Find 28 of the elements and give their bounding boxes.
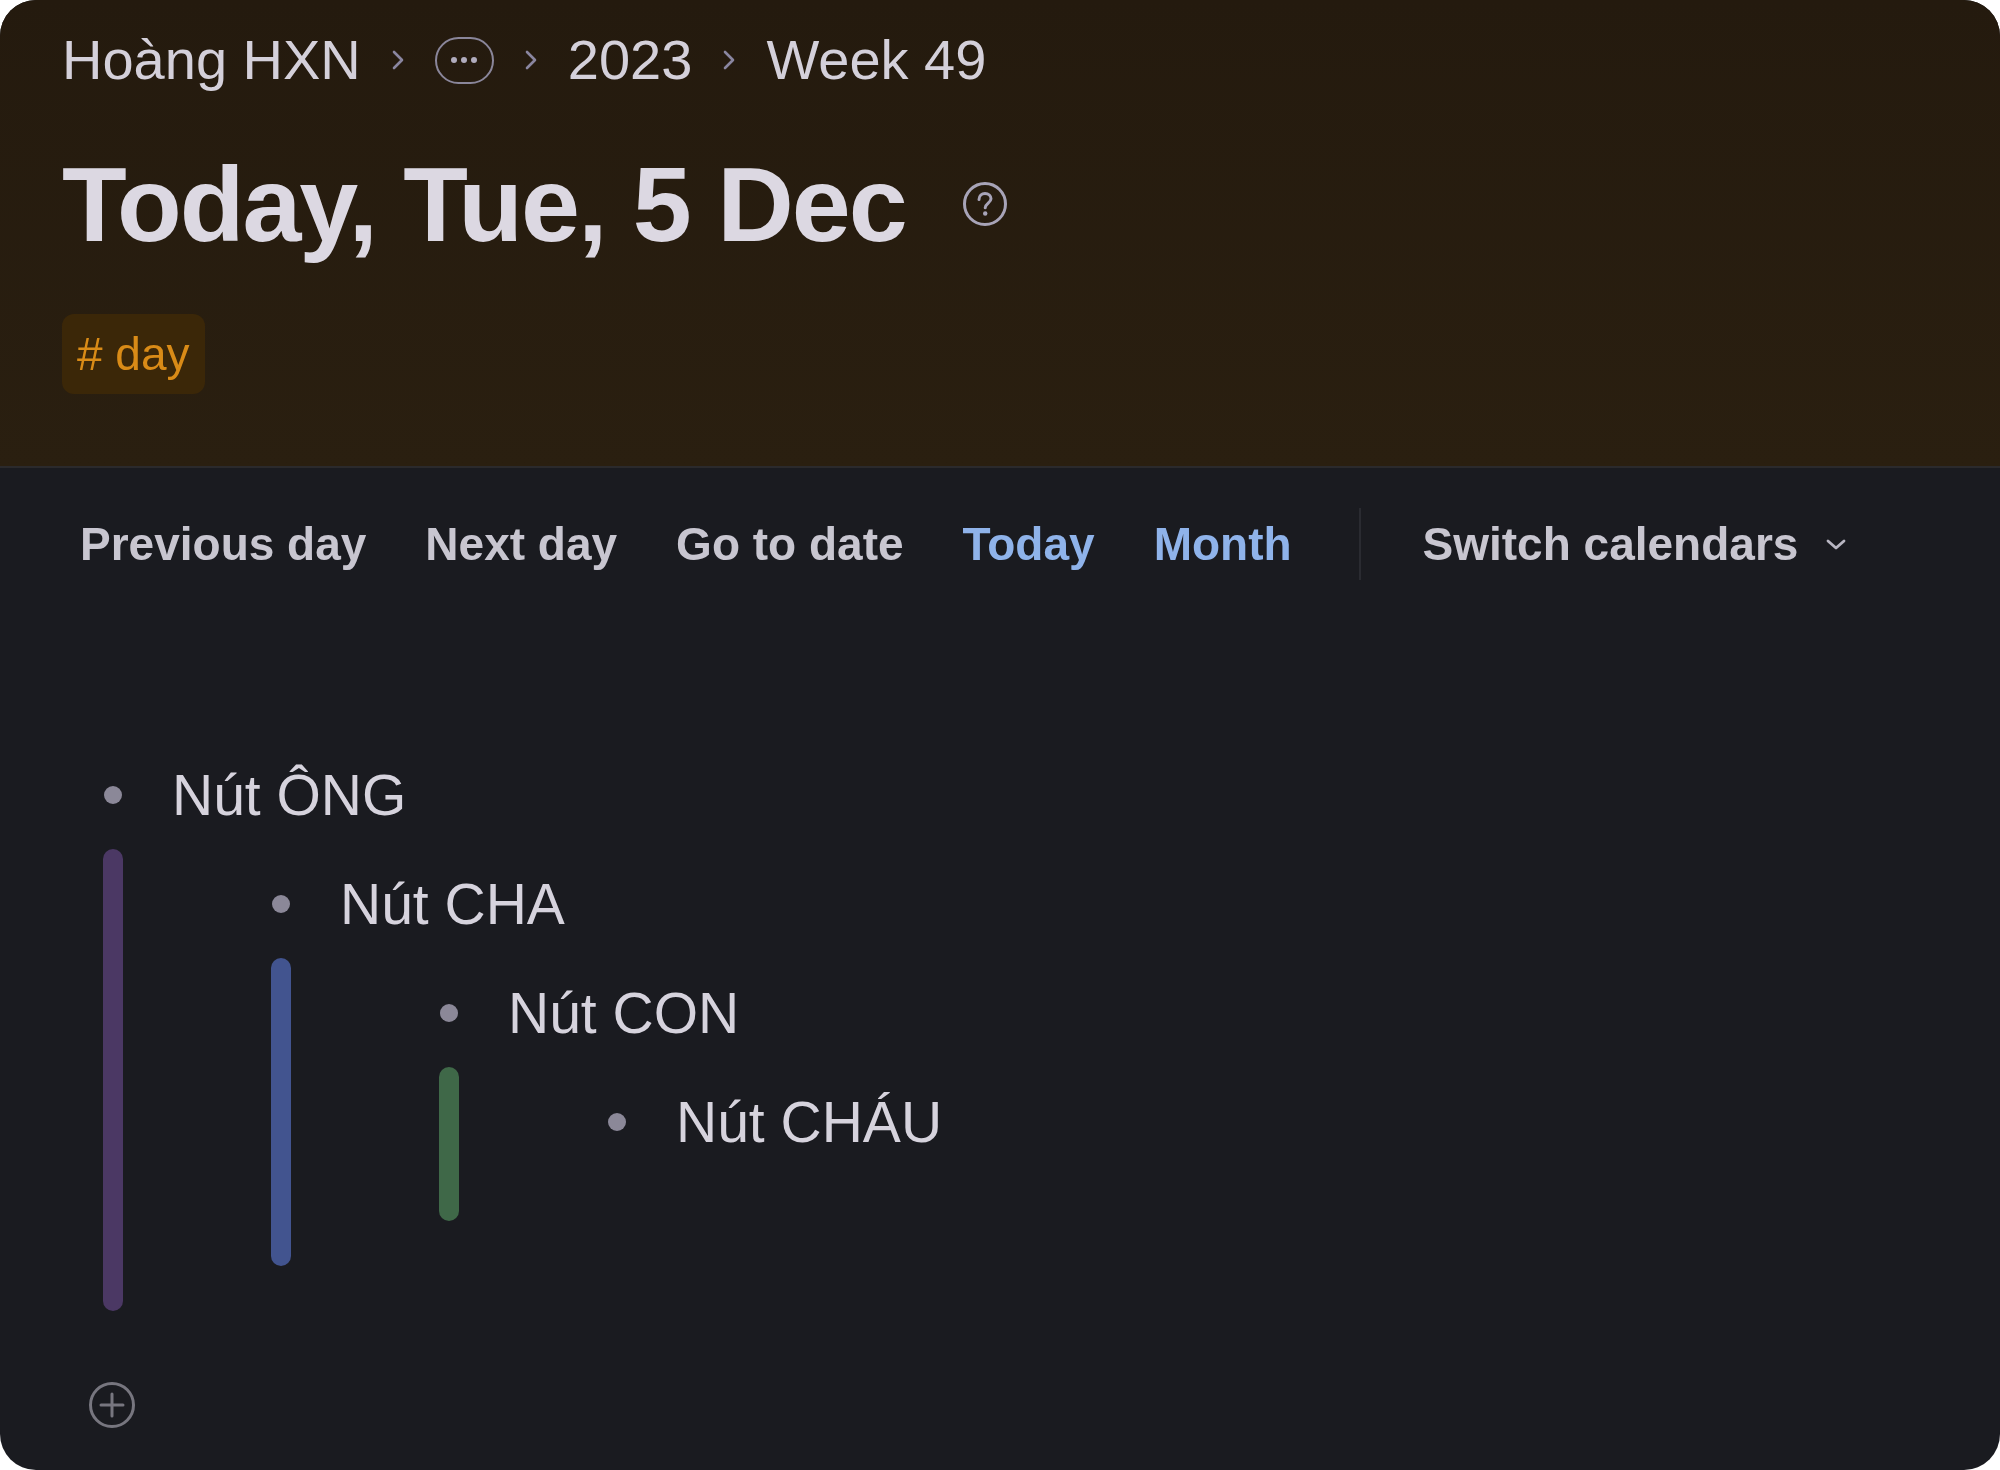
node-title[interactable]: Nút ÔNG [172, 759, 407, 830]
node-title[interactable]: Nút CHA [340, 868, 565, 939]
add-icon [88, 1381, 136, 1429]
ellipsis-icon [451, 57, 478, 63]
toolbar-button[interactable]: Month [1135, 509, 1310, 579]
breadcrumb-link[interactable]: 2023 [567, 30, 693, 90]
collapsed-breadcrumb-button[interactable] [434, 36, 494, 84]
toolbar-button[interactable]: Previous day [62, 509, 385, 579]
bullet-icon[interactable] [440, 1003, 458, 1022]
chevron-right-icon [390, 49, 405, 71]
add-node-button[interactable] [88, 1381, 136, 1429]
breadcrumb-link[interactable]: Hoàng HXN [62, 30, 361, 90]
toolbar-button[interactable]: Next day [407, 509, 636, 579]
chevron-right-icon [523, 49, 538, 71]
tag-chip[interactable]: # day [62, 314, 205, 394]
switch-calendars-dropdown[interactable]: Switch calendars [1404, 509, 1866, 579]
node-title[interactable]: Nút CON [508, 977, 740, 1048]
node-title[interactable]: Nút CHÁU [676, 1086, 943, 1157]
help-icon[interactable] [961, 181, 1008, 227]
page-title: Today, Tue, 5 Dec [62, 144, 906, 264]
toolbar-button[interactable]: Go to date [658, 509, 922, 579]
toolbar-button[interactable]: Today [944, 509, 1113, 579]
chevron-right-icon [722, 49, 737, 71]
breadcrumb-link[interactable]: Week 49 [766, 30, 987, 90]
bullet-icon[interactable] [104, 785, 122, 804]
bullet-icon[interactable] [608, 1112, 626, 1131]
chevron-down-icon [1825, 537, 1848, 551]
bullet-icon[interactable] [272, 894, 290, 913]
